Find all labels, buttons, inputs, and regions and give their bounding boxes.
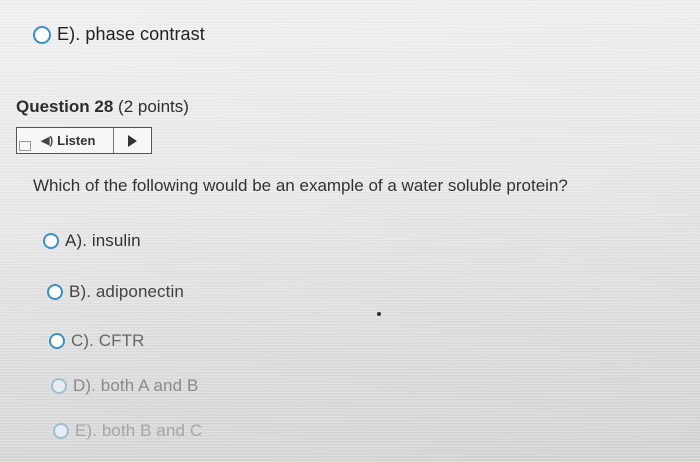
option-label: D). both A and B [73, 376, 199, 395]
option-d[interactable]: D). both A and B [51, 376, 198, 396]
radio-button[interactable] [53, 423, 69, 439]
question-points: (2 points) [118, 97, 189, 116]
option-label: A). insulin [65, 231, 141, 250]
toolbar-menu-icon[interactable] [19, 141, 31, 151]
radio-button[interactable] [49, 333, 65, 349]
quiz-page: E). phase contrast Question 28 (2 points… [0, 0, 700, 462]
option-label: C). CFTR [71, 331, 145, 350]
radio-button[interactable] [43, 233, 59, 249]
option-e-phase-contrast[interactable]: E). phase contrast [33, 24, 205, 45]
listen-button[interactable]: ◀) Listen [17, 128, 114, 153]
option-label: B). adiponectin [69, 282, 184, 301]
radio-button[interactable] [47, 284, 63, 300]
option-e[interactable]: E). both B and C [53, 421, 202, 441]
question-number: Question 28 [16, 97, 114, 116]
speaker-icon: ◀) [41, 135, 54, 147]
listen-toolbar: ◀) Listen [16, 127, 152, 154]
mouse-cursor-dot [377, 312, 381, 316]
option-label: E). phase contrast [57, 24, 205, 44]
question-title: Question 28 (2 points) [16, 97, 189, 117]
play-icon [128, 134, 137, 147]
play-button[interactable] [114, 128, 151, 153]
question-text: Which of the following would be an examp… [33, 176, 568, 195]
option-a[interactable]: A). insulin [43, 231, 141, 251]
listen-label: Listen [57, 133, 96, 148]
option-label: E). both B and C [75, 421, 203, 440]
option-b[interactable]: B). adiponectin [47, 282, 184, 302]
option-c[interactable]: C). CFTR [49, 331, 145, 351]
radio-button[interactable] [33, 25, 51, 44]
radio-button[interactable] [51, 378, 67, 394]
